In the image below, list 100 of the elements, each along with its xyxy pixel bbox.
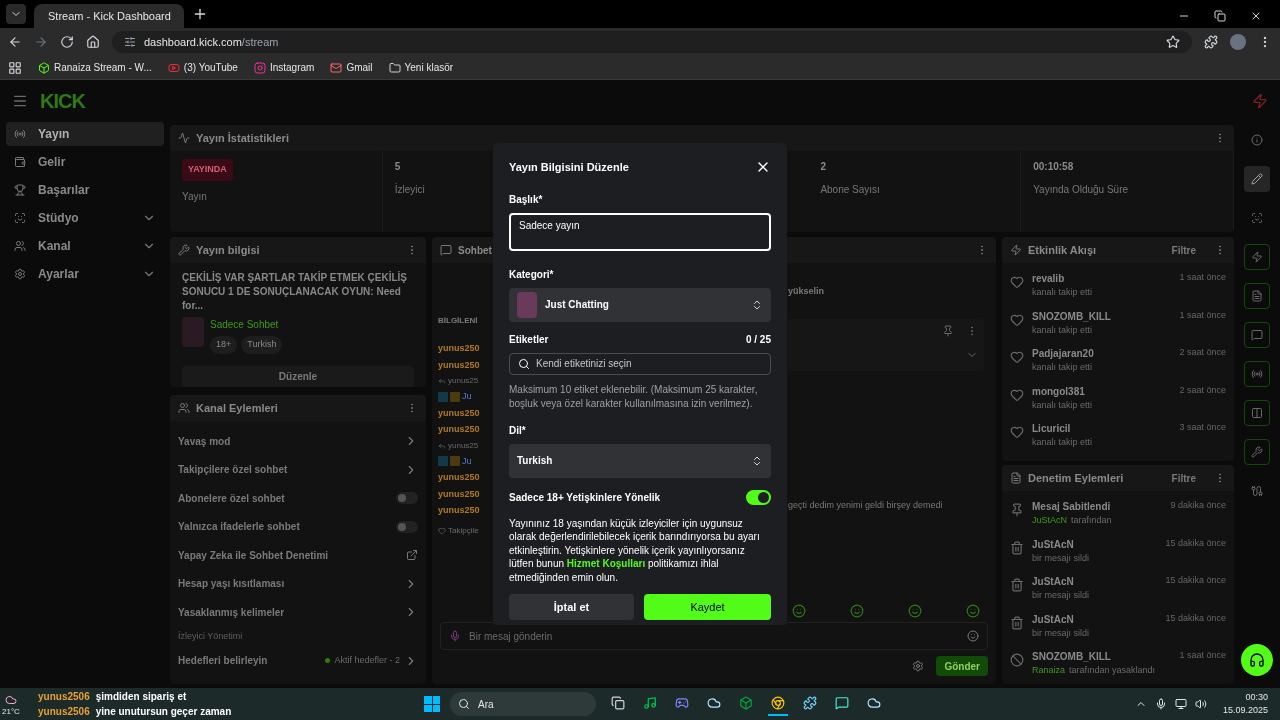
rail-button[interactable] [1244,166,1270,192]
filter-button[interactable]: Filtre [1171,470,1196,486]
send-button[interactable]: Gönder [936,656,988,676]
bookmark-link[interactable]: Gmail [346,60,373,75]
event-text: kanalı takip etti [1032,361,1093,374]
tab-search-button[interactable] [6,4,26,24]
follow-notice: Takipçile [448,524,479,537]
face-scan-icon [1251,212,1263,224]
emote-icon[interactable] [850,604,864,618]
rail-button[interactable] [1244,283,1270,309]
filter-button[interactable]: Filtre [1171,242,1196,258]
address-field[interactable]: dashboard.kick.com/stream [144,33,279,51]
panel-title: Denetim Eylemleri [1028,470,1124,486]
browser-tab[interactable]: Stream - Kick Dashboard [34,4,184,28]
bookmark-link[interactable]: (3) YouTube [183,60,238,75]
toggle-switch[interactable] [396,520,418,533]
stat-label: İzleyici [394,182,425,197]
emote-icon[interactable] [908,604,922,618]
sidebar-item[interactable]: Ayarlar [6,262,164,286]
sidebar-item[interactable]: Stüdyo [6,206,164,230]
site-settings-icon[interactable] [124,36,136,48]
setting-label: Hesap yaşı kısıtlaması [178,577,286,592]
sidebar-item[interactable]: Başarılar [6,178,164,202]
forward-icon[interactable] [34,35,48,49]
profile-avatar[interactable] [1230,34,1246,50]
rail-button[interactable] [1244,361,1270,387]
title-input[interactable]: Sadece yayın [509,212,771,251]
moderation-title: Mesaj Sabitlendi [1032,500,1111,514]
external-link-icon[interactable] [406,549,418,562]
panel-title: Yayın İstatistikleri [196,130,289,146]
panel-title: Sohbet [458,243,492,258]
setting-label: Takipçilere özel sohbet [178,463,289,478]
trash-icon [1010,578,1024,592]
category-link[interactable]: Sadece Sohbet [210,317,279,332]
field-label: Dil* [509,423,526,438]
rail-button[interactable] [1244,400,1270,426]
chat-icon [1251,329,1263,341]
network-icon[interactable] [1174,698,1187,710]
sort-arrows-icon [751,454,763,467]
bookmark-star-icon[interactable] [1166,35,1180,49]
adult-toggle[interactable] [746,489,771,505]
event-time: 2 saat önce [1179,383,1226,397]
wrench-icon [1251,446,1263,458]
trash-icon [1010,540,1024,555]
terms-link[interactable]: Hizmet Koşulları [566,558,646,569]
volume-icon[interactable] [1194,698,1207,710]
heart-icon [1010,425,1024,439]
microphone-icon[interactable] [1154,698,1167,710]
setting-label: Hedefleri belirleyin [178,654,269,669]
bookmark-link[interactable]: Ranaiza Stream - W... [54,60,152,75]
info-icon [1251,134,1263,146]
kick-logo: KICK [40,89,85,114]
new-tab-icon[interactable] [192,6,208,22]
language-select[interactable]: Turkish [509,443,771,478]
chat-message: şimdiden sipariş et [95,690,187,704]
cancel-button[interactable]: İptal et [509,594,634,620]
edit-button[interactable]: Düzenle [182,365,414,387]
rail-button[interactable] [1244,322,1270,348]
chat-message: yine unutursun geçer zaman [95,705,232,719]
home-icon[interactable] [86,35,100,49]
settings-icon[interactable] [912,660,925,672]
panel-title: Kanal Eylemleri [196,400,278,416]
sidebar-item[interactable]: Gelir [6,150,164,174]
temperature: 21°C [2,706,20,718]
emote-icon[interactable] [792,604,806,618]
emote-icon[interactable] [966,604,980,618]
save-button[interactable]: Kaydet [644,594,771,620]
reload-icon[interactable] [60,35,74,49]
extensions-icon[interactable] [1204,35,1218,49]
pin-icon[interactable] [942,324,954,337]
trophy-icon [14,184,26,196]
category-select[interactable]: Just Chatting [509,287,771,322]
event-time: 15 dakika önce [1165,536,1226,550]
category-thumbnail [517,291,537,318]
gamepad-icon [675,696,689,710]
moderation-title: JuStAcN [1032,575,1074,589]
chat-message: geçti dedim yenimi geldi birşey demedi [788,498,943,512]
username: yunus250 [438,358,480,372]
heart-icon [438,526,446,535]
emoji-icon[interactable] [967,630,979,642]
taskbar-search[interactable]: Ara [478,696,494,712]
lightning-icon [1252,93,1268,109]
tag: 18+ [210,336,238,354]
adult-content-notice: Yayınınız 18 yaşından küçük izleyiciler için uygunsuz olarak değerlendirilebilecek içerik barındırıyorsa bu ayarı etkinleştirin. Yetişkinlere yönelik içerik yayınlıyorsanız lütfen bunun Hizmet Koşulları politikamızı ihlal etmediğinden emin olun. [509,516,761,584]
apps-icon[interactable] [8,60,22,75]
sidebar-item[interactable]: Kanal [6,234,164,258]
username: SNOZOMB_KILL [1032,309,1111,324]
close-icon[interactable] [1250,10,1262,22]
tag-search-field[interactable]: Kendi etiketinizi seçin [509,352,771,375]
back-icon[interactable] [8,35,22,49]
youtube-icon [167,61,180,74]
sidebar-item[interactable]: Yayın [6,122,164,146]
bookmark-link[interactable]: Yeni klasör [404,60,454,75]
start-button[interactable] [424,696,440,712]
support-button[interactable] [1241,644,1273,676]
toggle-switch[interactable] [396,492,418,505]
bookmark-link[interactable]: Instagram [269,60,315,75]
headset-icon [1249,652,1265,668]
clock-time: 00:30 [1245,690,1268,704]
restore-icon[interactable] [1214,10,1226,22]
